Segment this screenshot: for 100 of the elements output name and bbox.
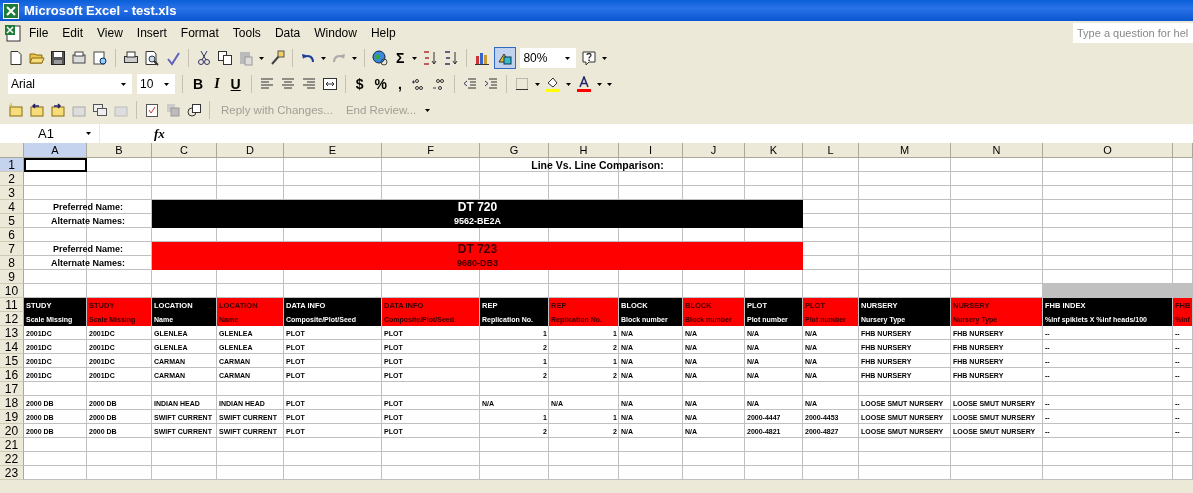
zoom-dropdown[interactable]: 80% (520, 48, 577, 68)
fill-color-icon[interactable] (544, 76, 561, 92)
column-header[interactable]: O (1043, 143, 1173, 158)
open-folder-icon[interactable] (29, 50, 45, 66)
row-header[interactable]: 13 (0, 326, 24, 340)
font-size-dropdown[interactable]: 10 (137, 74, 175, 94)
column-header[interactable]: L (803, 143, 859, 158)
menu-item[interactable]: View (90, 26, 130, 40)
column-header[interactable]: H (549, 143, 619, 158)
autosum-button[interactable]: Σ (393, 50, 408, 66)
row-header[interactable]: 12 (0, 312, 24, 326)
column-header[interactable]: J (683, 143, 745, 158)
row-header[interactable]: 2 (0, 172, 24, 186)
font-name-dropdown[interactable]: Arial (8, 74, 132, 94)
new-document-icon[interactable] (8, 50, 24, 66)
toolbar-options-icon[interactable] (602, 56, 608, 60)
copy-icon[interactable] (217, 50, 233, 66)
size-caret-icon[interactable] (164, 82, 169, 86)
row-header[interactable]: 1 (0, 158, 24, 172)
percent-button[interactable]: % (371, 76, 390, 92)
row-header[interactable]: 3 (0, 186, 24, 200)
name-box-caret-icon[interactable] (86, 132, 91, 135)
fill-caret-icon[interactable] (565, 82, 571, 86)
font-caret-icon[interactable] (121, 82, 126, 86)
format-painter-icon[interactable] (269, 50, 285, 66)
decrease-indent-icon[interactable] (461, 76, 478, 92)
align-center-icon[interactable] (279, 76, 296, 92)
row-header[interactable]: 19 (0, 410, 24, 424)
menu-item[interactable]: Format (173, 26, 226, 40)
row-header[interactable]: 18 (0, 396, 24, 410)
borders-caret-icon[interactable] (534, 82, 540, 86)
increase-indent-icon[interactable] (482, 76, 499, 92)
redo-caret-icon[interactable] (352, 56, 357, 60)
row-header[interactable]: 17 (0, 382, 24, 396)
menu-item[interactable]: Help (363, 26, 403, 40)
email-reply-icon[interactable] (186, 102, 202, 118)
spellcheck-icon[interactable] (165, 50, 181, 66)
autosum-caret-icon[interactable] (412, 56, 418, 60)
sort-ascending-icon[interactable] (422, 50, 439, 66)
excel-document-icon[interactable] (4, 24, 22, 42)
row-header[interactable]: 23 (0, 466, 24, 480)
borders-icon[interactable] (513, 76, 530, 92)
track-changes-icon[interactable] (165, 102, 181, 118)
show-all-comments-icon[interactable] (92, 102, 108, 118)
align-left-icon[interactable] (258, 76, 275, 92)
globe-link-icon[interactable] (372, 50, 388, 66)
row-header[interactable]: 16 (0, 368, 24, 382)
decrease-decimal-icon[interactable] (430, 76, 447, 92)
merge-center-icon[interactable] (321, 76, 338, 92)
cut-icon[interactable] (196, 50, 212, 66)
currency-button[interactable]: $ (352, 76, 367, 92)
row-header[interactable]: 21 (0, 438, 24, 452)
font-color-icon[interactable] (575, 76, 592, 92)
row-header[interactable]: 10 (0, 284, 24, 298)
column-header[interactable]: C (152, 143, 217, 158)
row-header[interactable]: 15 (0, 354, 24, 368)
insert-function-button[interactable]: fx (154, 125, 165, 142)
menu-item[interactable]: File (22, 26, 56, 40)
print-icon[interactable] (123, 50, 139, 66)
row-header[interactable]: 20 (0, 424, 24, 438)
save-icon[interactable] (50, 50, 66, 66)
row-header[interactable]: 4 (0, 200, 24, 214)
drawing-toggle-button[interactable] (495, 48, 516, 68)
row-header[interactable]: 14 (0, 340, 24, 354)
sort-descending-icon[interactable] (443, 50, 460, 66)
email-icon[interactable] (92, 50, 108, 66)
bar-chart-icon[interactable] (474, 50, 491, 66)
column-header[interactable]: G (480, 143, 549, 158)
column-header[interactable]: I (619, 143, 683, 158)
zoom-caret-icon[interactable] (565, 56, 571, 60)
row-header[interactable]: 9 (0, 270, 24, 284)
menu-item[interactable]: Window (307, 26, 364, 40)
column-header[interactable]: B (87, 143, 152, 158)
underline-button[interactable]: U (227, 76, 244, 92)
previous-comment-icon[interactable] (29, 102, 45, 118)
toolbar-options-icon[interactable] (606, 82, 612, 86)
clipboard-check-icon[interactable] (144, 102, 160, 118)
comma-button[interactable]: , (394, 76, 405, 92)
row-header[interactable]: 22 (0, 452, 24, 466)
italic-button[interactable]: I (211, 76, 223, 92)
font-color-caret-icon[interactable] (596, 82, 602, 86)
column-header[interactable]: N (951, 143, 1043, 158)
column-header[interactable]: F (382, 143, 480, 158)
help-icon[interactable] (581, 50, 598, 66)
undo-caret-icon[interactable] (321, 56, 326, 60)
row-header[interactable]: 5 (0, 214, 24, 228)
row-header[interactable]: 6 (0, 228, 24, 242)
menu-item[interactable]: Edit (55, 26, 91, 40)
column-header[interactable]: A (24, 143, 87, 158)
increase-decimal-icon[interactable] (409, 76, 426, 92)
active-cell[interactable] (24, 158, 87, 172)
menu-item[interactable]: Insert (129, 26, 174, 40)
print-preview-icon[interactable] (144, 50, 160, 66)
column-header[interactable]: M (859, 143, 951, 158)
row-header[interactable]: 11 (0, 298, 24, 312)
column-header[interactable]: D (217, 143, 284, 158)
paste-caret-icon[interactable] (259, 56, 264, 60)
menu-item[interactable]: Tools (225, 26, 268, 40)
column-header[interactable]: K (745, 143, 803, 158)
next-comment-icon[interactable] (50, 102, 66, 118)
